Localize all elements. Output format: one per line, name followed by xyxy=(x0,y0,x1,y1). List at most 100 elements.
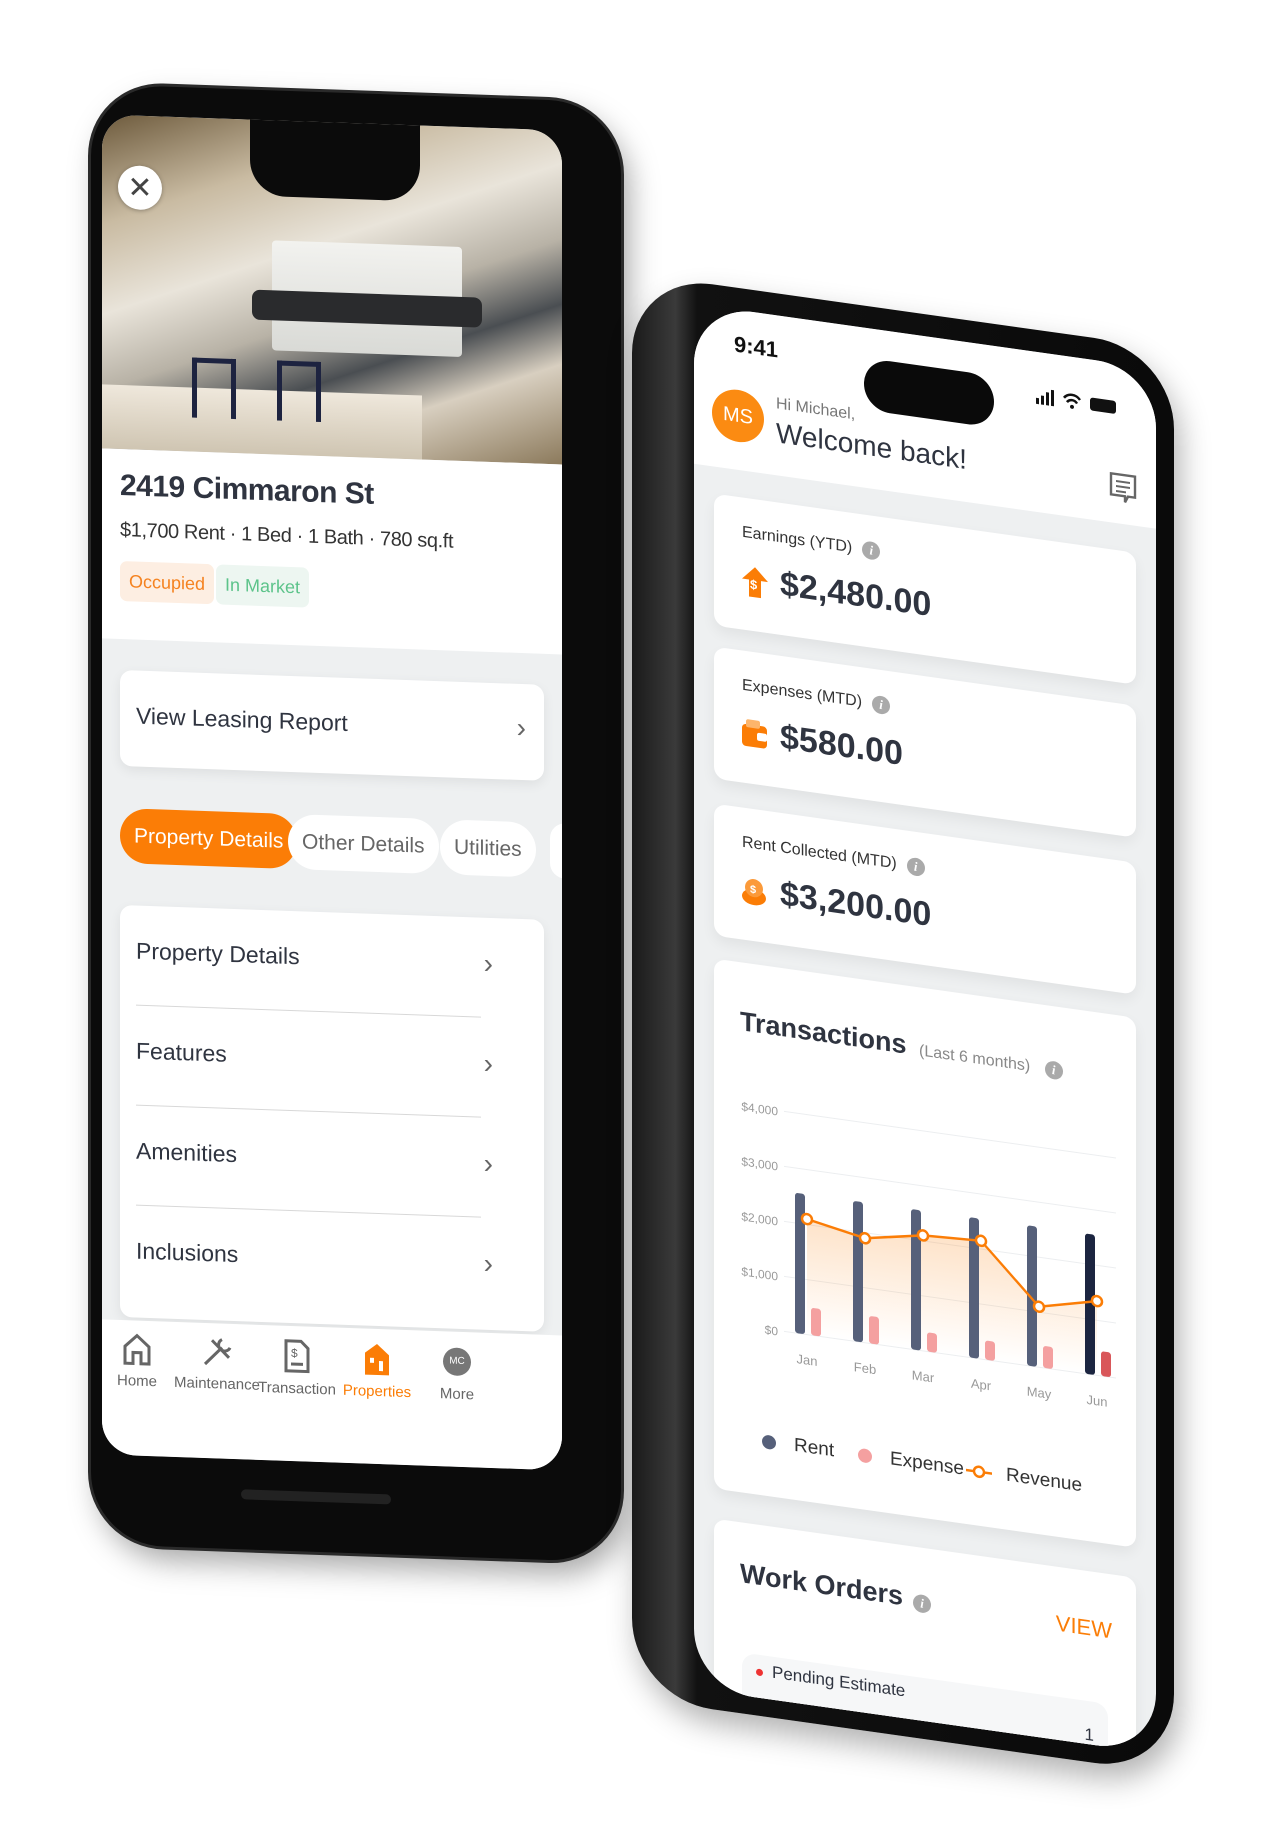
occupied-badge: Occupied xyxy=(120,561,215,605)
x-tick-label: Feb xyxy=(854,1359,876,1377)
property-title: 2419 Cimmaron St xyxy=(120,469,374,511)
leasing-report-label: View Leasing Report xyxy=(136,702,348,736)
dashboard-header: 9:41 MS Hi Michael, Welcome back! xyxy=(694,303,1156,529)
nav-home[interactable]: Home xyxy=(102,1331,182,1391)
transactions-title: Transactions xyxy=(740,1006,907,1060)
expense-bar xyxy=(1043,1346,1053,1369)
y-tick-label: $0 xyxy=(765,1323,779,1339)
home-icon xyxy=(123,1333,151,1366)
rent-collected-card[interactable]: Rent Collected (MTD) i $ $3,200.00 xyxy=(714,803,1136,995)
y-tick-label: $1,000 xyxy=(741,1264,778,1283)
work-orders-card: Work Orders i VIEW Pending Estimate 1 xyxy=(714,1518,1136,1754)
x-tick-label: May xyxy=(1027,1384,1052,1402)
dynamic-island xyxy=(864,357,994,428)
revenue-point xyxy=(1032,1300,1046,1314)
nav-properties[interactable]: Properties xyxy=(332,1339,422,1401)
revenue-point xyxy=(916,1229,930,1242)
tab-other-details[interactable]: Other Details xyxy=(288,813,439,875)
x-tick-label: Apr xyxy=(971,1376,992,1394)
svg-text:$: $ xyxy=(291,1346,298,1360)
x-tick-label: Jan xyxy=(797,1351,818,1369)
property-header: 2419 Cimmaron St $1,700 Rent · 1 Bed · 1… xyxy=(102,448,562,655)
work-order-item[interactable]: Pending Estimate 1 xyxy=(742,1652,1108,1754)
nav-transaction[interactable]: $ Transaction xyxy=(252,1337,342,1399)
transactions-subtitle: (Last 6 months) xyxy=(919,1042,1031,1075)
expense-bar xyxy=(985,1340,995,1361)
earnings-value: $2,480.00 xyxy=(780,564,932,625)
expenses-label: Expenses (MTD) xyxy=(742,676,863,711)
x-tick-label: Jun xyxy=(1087,1392,1108,1410)
info-icon[interactable]: i xyxy=(1044,1059,1063,1081)
list-item-features[interactable]: Features › xyxy=(136,1005,493,1118)
dashboard-screen: 9:41 MS Hi Michael, Welcome back! Earnin… xyxy=(694,303,1156,1754)
gridline xyxy=(784,1165,1116,1214)
y-tick-label: $4,000 xyxy=(741,1099,778,1118)
revenue-point xyxy=(800,1212,814,1226)
tab-property-details[interactable]: Property Details xyxy=(120,808,298,870)
expense-bar xyxy=(1101,1351,1111,1377)
camera-notch xyxy=(250,115,420,202)
chevron-right-icon: › xyxy=(483,1247,493,1280)
expense-bar xyxy=(927,1332,937,1353)
legend-expense: Expense xyxy=(858,1444,964,1481)
chat-icon[interactable] xyxy=(1108,470,1138,508)
expense-bar xyxy=(811,1308,821,1337)
legend-revenue: Revenue xyxy=(966,1459,1082,1497)
property-subtitle: $1,700 Rent · 1 Bed · 1 Bath · 780 sq.ft xyxy=(120,519,454,553)
tools-icon xyxy=(203,1338,232,1366)
expense-bar xyxy=(869,1316,879,1345)
revenue-point xyxy=(858,1231,872,1245)
tab-utilities[interactable]: Utilities xyxy=(440,819,536,878)
details-list: Property Details › Features › Amenities › I… xyxy=(120,905,544,1332)
chevron-right-icon: › xyxy=(483,1147,493,1180)
rent-bar xyxy=(853,1201,863,1343)
revenue-area xyxy=(807,1219,1097,1376)
view-leasing-report-button[interactable]: View Leasing Report › xyxy=(120,670,544,781)
y-tick-label: $3,000 xyxy=(741,1154,778,1173)
nav-maintenance[interactable]: Maintenance xyxy=(172,1334,262,1394)
dollar-arrow-up-icon: $ xyxy=(742,567,768,599)
x-tick-label: Mar xyxy=(912,1367,935,1385)
building-icon xyxy=(365,1343,389,1376)
chevron-right-icon: › xyxy=(483,1047,493,1080)
revenue-point xyxy=(974,1234,988,1248)
gridline xyxy=(784,1110,1116,1159)
info-icon[interactable]: i xyxy=(906,856,925,878)
expenses-value: $580.00 xyxy=(780,717,903,774)
chevron-right-icon: › xyxy=(483,947,493,980)
welcome-heading: Welcome back! xyxy=(776,417,967,476)
invoice-icon: $ xyxy=(284,1339,310,1374)
info-icon[interactable]: i xyxy=(872,694,891,716)
coins-icon: $ xyxy=(742,879,766,906)
nav-more[interactable]: MC More xyxy=(412,1342,502,1404)
left-phone: ✕ 2419 Cimmaron St $1,700 Rent · 1 Bed ·… xyxy=(91,84,621,1563)
transactions-chart: $0 $1,000 $2,000 $3,000 $4,000 Jan Feb Mar Apr Ma… xyxy=(741,1099,1116,1410)
chevron-right-icon: › xyxy=(516,711,526,744)
svg-text:$: $ xyxy=(750,884,756,897)
list-item-inclusions[interactable]: Inclusions › xyxy=(136,1206,493,1318)
user-avatar[interactable]: MS xyxy=(712,386,764,446)
bottom-nav: Home Maintenance $ Transaction Propertie… xyxy=(102,1319,562,1471)
rent-collected-label: Rent Collected (MTD) xyxy=(742,833,897,873)
transactions-card: Transactions (Last 6 months) i $0 $1,000 $… xyxy=(714,958,1136,1548)
work-orders-title: Work Orders xyxy=(740,1558,904,1612)
status-icons xyxy=(1036,389,1116,414)
list-item-amenities[interactable]: Amenities › xyxy=(136,1105,493,1218)
legend-rent: Rent xyxy=(762,1430,834,1462)
list-item-property-details[interactable]: Property Details › xyxy=(136,905,493,1018)
y-tick-label: $2,000 xyxy=(741,1209,778,1228)
info-icon[interactable]: i xyxy=(862,540,881,561)
svg-text:$: $ xyxy=(750,577,758,593)
rent-collected-value: $3,200.00 xyxy=(780,874,932,935)
speaker-grill xyxy=(241,1489,391,1505)
close-icon[interactable]: ✕ xyxy=(118,164,162,211)
wallet-icon xyxy=(742,719,767,749)
tab-more[interactable] xyxy=(550,823,562,880)
status-time: 9:41 xyxy=(734,331,779,363)
info-icon[interactable]: i xyxy=(913,1593,932,1614)
view-work-orders-button[interactable]: VIEW xyxy=(1056,1611,1112,1645)
in-market-badge: In Market xyxy=(216,564,310,608)
property-screen: ✕ 2419 Cimmaron St $1,700 Rent · 1 Bed ·… xyxy=(102,114,562,1471)
earnings-label: Earnings (YTD) xyxy=(742,523,853,557)
revenue-point xyxy=(1090,1294,1104,1308)
